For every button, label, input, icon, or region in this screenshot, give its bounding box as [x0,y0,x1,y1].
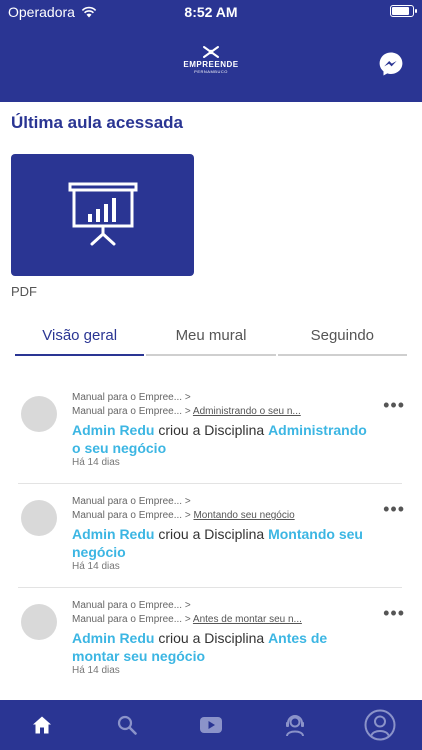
clock: 8:52 AM [184,4,238,20]
tab-profile[interactable] [359,704,401,746]
breadcrumb-path: Manual para o Empree... > Administrando … [72,405,332,419]
breadcrumb-course[interactable]: Manual para o Empree... > [72,391,332,405]
breadcrumb: Manual para o Empree... > Manual para o … [72,391,332,419]
breadcrumb-parent[interactable]: Manual para o Empree... > [72,614,191,625]
profile-icon [364,709,396,741]
breadcrumb-path: Manual para o Empree... > Montando seu n… [72,509,332,523]
more-options-button[interactable]: ••• [383,604,405,622]
author-link[interactable]: Admin Redu [72,526,154,542]
battery-icon [390,5,417,17]
logo-text: EMPREENDE [183,60,239,69]
tab-seguindo[interactable]: Seguindo [277,322,407,356]
logo-mark [203,46,219,58]
tab-search[interactable] [106,704,148,746]
last-lesson-title: Última aula acessada [11,113,183,132]
tab-meu-mural[interactable]: Meu mural [146,322,276,356]
activity-verb: criou a Disciplina [154,630,269,646]
activity-text: Admin Redu criou a Disciplina Administra… [72,421,372,457]
activity-text: Admin Redu criou a Disciplina Antes de m… [72,629,372,665]
breadcrumb-path: Manual para o Empree... > Antes de monta… [72,613,332,627]
breadcrumb-parent[interactable]: Manual para o Empree... > [72,510,191,521]
breadcrumb-link[interactable]: Montando seu negócio [193,510,294,521]
activity-verb: criou a Disciplina [154,526,269,542]
status-bar: Operadora 8:52 AM [0,0,422,24]
support-icon [286,715,305,737]
tab-videos[interactable] [190,704,232,746]
messenger-icon[interactable] [378,51,404,77]
tab-home[interactable] [21,704,63,746]
feed-tabs: Visão geral Meu mural Seguindo [15,322,407,356]
home-icon [33,716,52,734]
battery-fill [392,7,409,15]
video-icon [199,717,222,733]
author-link[interactable]: Admin Redu [72,422,154,438]
breadcrumb-link[interactable]: Antes de montar seu n... [193,614,302,625]
activity-verb: criou a Disciplina [154,422,269,438]
logo-subtext: PERNAMBUCO [194,69,228,74]
breadcrumb-course[interactable]: Manual para o Empree... > [72,599,332,613]
breadcrumb: Manual para o Empree... > Manual para o … [72,495,332,523]
avatar[interactable] [21,500,57,536]
feed-item[interactable]: Manual para o Empree... > Manual para o … [0,587,422,692]
app-header: Operadora 8:52 AM EMPREENDE PERNAMBUCO [0,0,422,102]
more-options-button[interactable]: ••• [383,396,405,414]
feed-item[interactable]: Manual para o Empree... > Manual para o … [0,483,422,588]
app-logo: EMPREENDE PERNAMBUCO [181,44,241,80]
activity-feed: Manual para o Empree... > Manual para o … [0,380,422,692]
tab-visao-geral[interactable]: Visão geral [15,322,145,356]
presentation-chart-icon [68,182,137,246]
timestamp: Há 14 dias [72,561,120,572]
feed-item[interactable]: Manual para o Empree... > Manual para o … [0,380,422,484]
search-icon [117,715,137,735]
last-lesson-caption: PDF [11,284,37,299]
last-lesson-card[interactable] [11,154,194,276]
author-link[interactable]: Admin Redu [72,630,154,646]
breadcrumb-parent[interactable]: Manual para o Empree... > [72,406,191,417]
breadcrumb-course[interactable]: Manual para o Empree... > [72,495,332,509]
timestamp: Há 14 dias [72,665,120,676]
timestamp: Há 14 dias [72,457,120,468]
avatar[interactable] [21,396,57,432]
breadcrumb-link[interactable]: Administrando o seu n... [193,406,301,417]
tab-support[interactable] [274,704,316,746]
activity-text: Admin Redu criou a Disciplina Montando s… [72,525,372,561]
breadcrumb: Manual para o Empree... > Manual para o … [72,599,332,627]
bottom-tab-bar [0,700,422,750]
more-options-button[interactable]: ••• [383,500,405,518]
avatar[interactable] [21,604,57,640]
